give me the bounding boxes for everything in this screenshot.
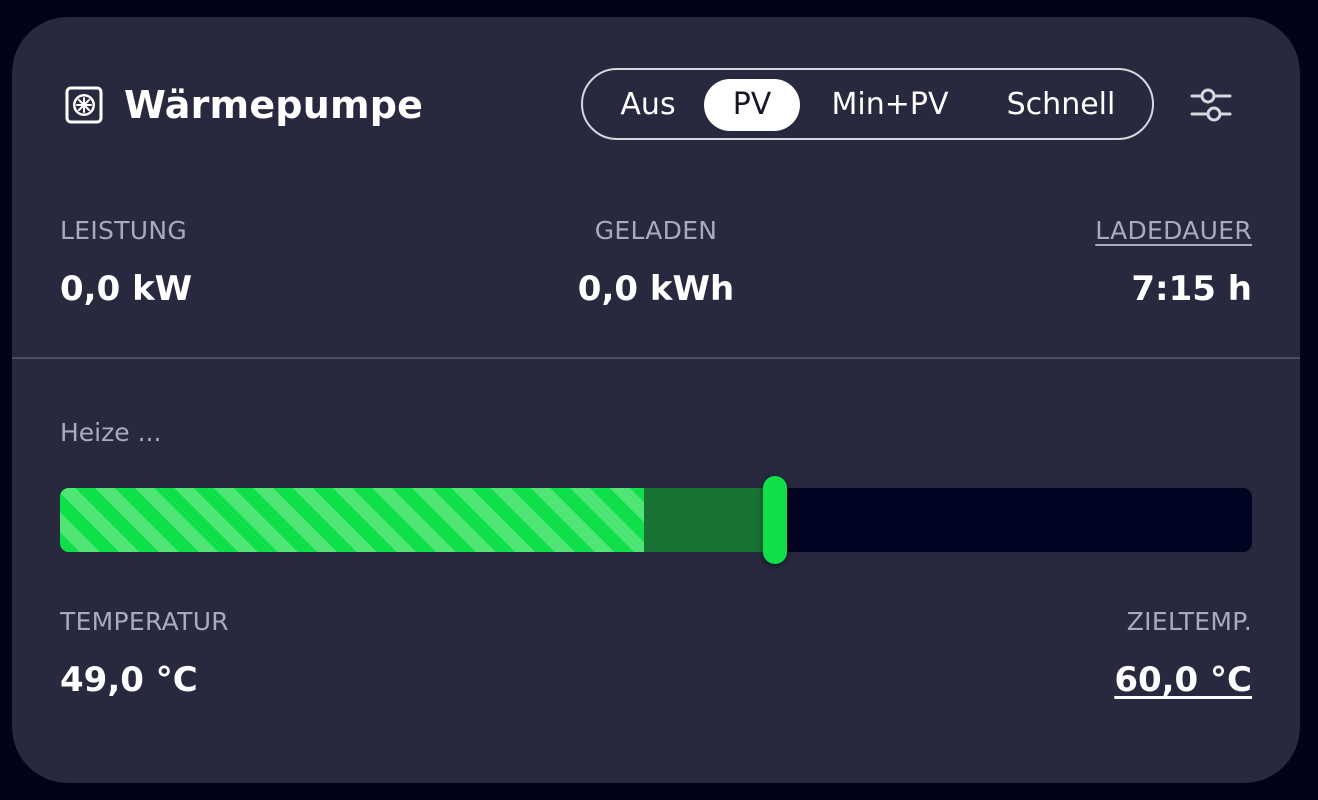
divider — [12, 357, 1300, 359]
target-slider-handle[interactable] — [763, 476, 788, 564]
duration-value: 7:15 h — [1131, 269, 1252, 309]
charged-label: GELADEN — [594, 216, 718, 245]
target-temperature-label: ZIELTEMP. — [1126, 607, 1252, 636]
charged-value: 0,0 kWh — [577, 269, 735, 309]
mode-selector: Aus PV Min+PV Schnell — [581, 68, 1154, 140]
temperature-value: 49,0 °C — [60, 660, 198, 700]
mode-button-schnell[interactable]: Schnell — [993, 79, 1129, 131]
current-fill — [60, 488, 645, 552]
duration-label-link[interactable]: LADEDAUER — [1095, 215, 1252, 247]
temperature-label: TEMPERATUR — [60, 607, 229, 636]
loadpoint-card: Wärmepumpe Aus PV Min+PV Schnell LEISTUN… — [12, 17, 1300, 783]
mode-button-min-pv[interactable]: Min+PV — [820, 79, 960, 131]
power-value: 0,0 kW — [60, 269, 193, 309]
status-text: Heize ... — [60, 418, 162, 447]
page-title: Wärmepumpe — [124, 83, 424, 127]
target-temperature-value[interactable]: 60,0 °C — [1114, 658, 1252, 702]
sliders-icon[interactable] — [1188, 85, 1234, 125]
mode-button-aus[interactable]: Aus — [607, 79, 689, 131]
mode-button-pv[interactable]: PV — [704, 79, 800, 131]
heatpump-icon — [65, 86, 103, 124]
power-label: LEISTUNG — [60, 216, 188, 245]
temperature-progress-track — [60, 488, 1252, 552]
